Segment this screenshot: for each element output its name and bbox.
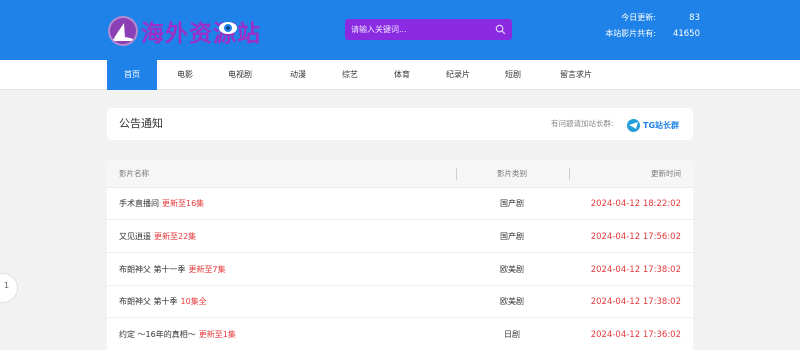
table-row[interactable]: 布朗神父 第十一季 更新至7集 欧美剧 2024-04-12 17:38:02: [107, 254, 693, 286]
update-table: 影片名称 影片类别 更新时间 手术直播间 更新至16集 国产剧 2024-04-1…: [107, 160, 693, 350]
movie-title-cell: 布朗神父 第十季 10集全: [119, 286, 207, 318]
page-number: 1: [4, 281, 10, 290]
column-header-category: 影片类别: [497, 169, 527, 178]
movie-title-cell: 又见逍遥 更新至22集: [119, 221, 196, 253]
search-input[interactable]: [345, 19, 485, 40]
category-cell: 日剧: [504, 330, 520, 339]
update-status: 更新至22集: [154, 232, 197, 241]
eye-icon: [219, 22, 237, 34]
logo-badge-icon: [108, 16, 138, 46]
stat-value: 83: [689, 13, 700, 23]
nav-item-tv[interactable]: 电视剧: [218, 60, 262, 90]
update-status: 更新至16集: [162, 199, 205, 208]
category-cell: 欧美剧: [500, 265, 524, 274]
movie-title-cell: 约定 ～16年的真相～ 更新至1集: [119, 319, 236, 350]
nav-item-movie[interactable]: 电影: [163, 60, 207, 90]
main-nav: 首页 电影 电视剧 动漫 综艺 体育 纪录片 短剧 留言求片: [0, 60, 800, 90]
nav-item-home[interactable]: 首页: [107, 60, 157, 90]
column-header-time: 更新时间: [651, 169, 681, 178]
update-status: 更新至7集: [188, 265, 226, 274]
update-status: 10集全: [180, 297, 207, 306]
notice-title: 公告通知: [119, 117, 163, 130]
table-row[interactable]: 布朗神父 第十季 10集全 欧美剧 2024-04-12 17:38:02: [107, 286, 693, 318]
nav-item-anime[interactable]: 动漫: [276, 60, 320, 90]
movie-title-cell: 手术直播间 更新至16集: [119, 188, 204, 220]
stat-label: 本站影片共有:: [605, 29, 656, 38]
category-cell: 国产剧: [500, 232, 524, 241]
category-cell: 国产剧: [500, 199, 524, 208]
stat-total: 本站影片共有: 41650: [590, 26, 700, 42]
update-time-cell: 2024-04-12 17:38:02: [590, 297, 681, 307]
column-divider: [569, 168, 570, 180]
table-row[interactable]: 又见逍遥 更新至22集 国产剧 2024-04-12 17:56:02: [107, 221, 693, 253]
table-header: 影片名称 影片类别 更新时间: [107, 160, 693, 188]
tg-group-link[interactable]: TG站长群: [627, 117, 679, 133]
stat-label: 今日更新:: [621, 13, 656, 22]
nav-item-request[interactable]: 留言求片: [550, 60, 602, 90]
tg-group-label: TG站长群: [643, 120, 680, 130]
update-time-cell: 2024-04-12 17:38:02: [590, 265, 681, 275]
update-time-cell: 2024-04-12 18:22:02: [590, 199, 681, 209]
stat-today: 今日更新: 83: [590, 10, 700, 26]
search-box: [345, 19, 512, 40]
search-icon[interactable]: [495, 24, 506, 35]
notice-bar: 公告通知 有问题请加站长群:: [107, 108, 693, 140]
nav-item-documentary[interactable]: 纪录片: [436, 60, 480, 90]
site-logo[interactable]: 海外资源站: [108, 14, 261, 48]
movie-title-link[interactable]: 布朗神父 第十季: [119, 297, 178, 306]
movie-title-link[interactable]: 约定 ～16年的真相～: [119, 330, 196, 339]
movie-title-link[interactable]: 布朗神父 第十一季: [119, 265, 186, 274]
nav-item-short[interactable]: 短剧: [491, 60, 535, 90]
nav-item-variety[interactable]: 综艺: [328, 60, 372, 90]
stat-value: 41650: [672, 29, 700, 39]
update-time-cell: 2024-04-12 17:56:02: [590, 232, 681, 242]
update-time-cell: 2024-04-12 17:36:02: [590, 330, 681, 340]
nav-item-sports[interactable]: 体育: [380, 60, 424, 90]
notice-hint: 有问题请加站长群:: [551, 119, 614, 128]
site-stats: 今日更新: 83 本站影片共有: 41650: [590, 10, 700, 42]
movie-title-cell: 布朗神父 第十一季 更新至7集: [119, 254, 226, 286]
table-row[interactable]: 手术直播间 更新至16集 国产剧 2024-04-12 18:22:02: [107, 188, 693, 220]
column-header-name: 影片名称: [119, 169, 149, 178]
update-status: 更新至1集: [198, 330, 236, 339]
site-name: 海外资源站: [141, 21, 261, 47]
movie-title-link[interactable]: 手术直播间: [119, 199, 159, 208]
category-cell: 欧美剧: [500, 297, 524, 306]
movie-title-link[interactable]: 又见逍遥: [119, 232, 151, 241]
site-header: 海外资源站 今日更新: 83 本站影片共有: 41650: [0, 0, 800, 60]
telegram-icon: [627, 118, 640, 132]
table-row[interactable]: 约定 ～16年的真相～ 更新至1集 日剧 2024-04-12 17:36:02: [107, 319, 693, 350]
